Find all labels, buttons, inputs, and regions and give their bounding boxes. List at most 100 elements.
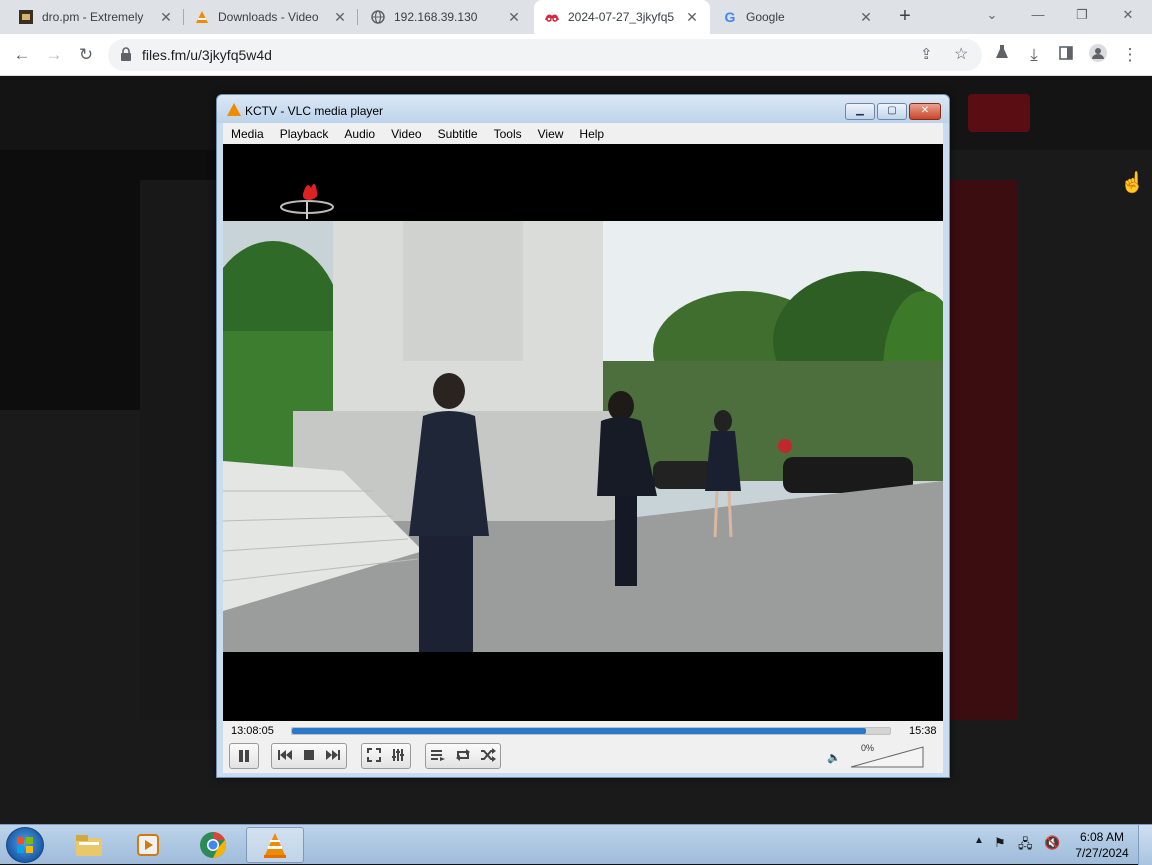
tab-dro[interactable]: dro.pm - Extremely ✕ — [8, 0, 184, 34]
menu-help[interactable]: Help — [571, 127, 612, 141]
minimize-icon[interactable]: — — [1024, 4, 1052, 28]
stop-button[interactable] — [303, 749, 315, 764]
dro-favicon — [18, 9, 34, 25]
playlist-button[interactable] — [430, 748, 446, 765]
menu-audio[interactable]: Audio — [336, 127, 383, 141]
close-tab-icon[interactable]: ✕ — [858, 9, 874, 26]
next-icon — [326, 749, 340, 760]
vlc-menu-bar: Media Playback Audio Video Subtitle Tool… — [223, 123, 943, 144]
filesfm-favicon — [544, 9, 560, 25]
network-icon[interactable]: 🖧 — [1018, 835, 1033, 857]
tab-filesfm[interactable]: 2024-07-27_3jkyfq5 ✕ — [534, 0, 710, 34]
taskbar-explorer[interactable] — [60, 827, 118, 863]
show-desktop-button[interactable] — [1138, 825, 1152, 865]
page-right-panel — [946, 180, 1018, 720]
system-clock[interactable]: 6:08 AM 7/27/2024 — [1068, 829, 1136, 861]
elapsed-time: 13:08:05 — [231, 725, 274, 737]
vlc-controls: 13:08:05 15:38 🔈 0% — [223, 721, 943, 773]
vlc-title-bar[interactable]: KCTV - VLC media player ▁ ▢ ✕ — [217, 95, 949, 123]
volume-muted-tray-icon[interactable]: 🔇 — [1044, 835, 1060, 851]
vlc-close-button[interactable]: ✕ — [909, 103, 941, 120]
tab-google[interactable]: G Google ✕ — [712, 0, 884, 34]
kebab-menu-icon[interactable]: ⋮ — [1118, 43, 1142, 67]
video-scene — [223, 144, 943, 721]
fullscreen-button[interactable] — [367, 747, 381, 765]
lab-flask-icon[interactable] — [990, 43, 1014, 67]
shuffle-icon — [480, 747, 496, 762]
menu-view[interactable]: View — [530, 127, 572, 141]
back-arrow-icon[interactable]: ← — [10, 43, 34, 67]
close-tab-icon[interactable]: ✕ — [506, 9, 522, 26]
download-icon[interactable]: ⤓ — [1022, 43, 1046, 67]
restore-icon[interactable]: ❐ — [1068, 4, 1096, 28]
volume-slider[interactable]: 0% — [849, 743, 925, 769]
speaker-muted-icon[interactable]: 🔈 — [827, 751, 841, 764]
tab-title: 2024-07-27_3jkyfq5 — [568, 10, 675, 24]
previous-icon — [278, 749, 292, 760]
start-button[interactable] — [6, 827, 44, 863]
close-tab-icon[interactable]: ✕ — [158, 9, 174, 26]
media-player-icon — [137, 834, 159, 856]
chrome-icon — [200, 832, 226, 858]
vlc-cone-icon — [227, 103, 241, 116]
stop-icon — [304, 749, 314, 760]
shuffle-button[interactable] — [480, 747, 496, 765]
pause-button[interactable] — [229, 743, 259, 769]
clock-time: 6:08 AM — [1079, 830, 1125, 844]
taskbar-vlc[interactable] — [246, 827, 304, 863]
seek-bar[interactable] — [291, 727, 891, 735]
tab-search-chevron-icon[interactable]: ⌄ — [978, 4, 1006, 28]
tab-downloads[interactable]: Downloads - Video ✕ — [184, 0, 358, 34]
fullscreen-icon — [367, 747, 381, 762]
video-frame[interactable] — [223, 144, 943, 721]
playback-group — [271, 743, 347, 769]
tab-ip[interactable]: 192.168.39.130 ✕ — [360, 0, 532, 34]
total-time: 15:38 — [909, 725, 937, 737]
forward-arrow-icon[interactable]: → — [42, 43, 66, 67]
page-content-panel — [140, 180, 220, 720]
address-bar[interactable]: files.fm/u/3jkyfq5w4d ⇪ ☆ — [108, 39, 982, 71]
close-tab-icon[interactable]: ✕ — [332, 9, 348, 26]
new-tab-button[interactable]: + — [893, 5, 917, 29]
seek-bar-progress — [292, 728, 867, 734]
vlc-window-title: KCTV - VLC media player — [245, 104, 384, 118]
previous-button[interactable] — [277, 749, 293, 764]
taskbar-media-player[interactable] — [120, 827, 178, 863]
menu-tools[interactable]: Tools — [486, 127, 530, 141]
close-window-icon[interactable]: ✕ — [1114, 4, 1142, 28]
vlc-favicon — [194, 9, 210, 25]
clock-date: 7/27/2024 — [1075, 846, 1129, 860]
tab-title: Downloads - Video — [218, 10, 319, 24]
menu-video[interactable]: Video — [383, 127, 429, 141]
reload-icon[interactable]: ↻ — [74, 43, 98, 67]
next-button[interactable] — [325, 749, 341, 764]
pause-icon — [239, 750, 249, 762]
vlc-minimize-button[interactable]: ▁ — [845, 103, 875, 120]
hand-cursor-icon: ☝ — [1120, 172, 1145, 194]
action-center-flag-icon[interactable]: ⚑ — [994, 835, 1006, 851]
playlist-group — [425, 743, 501, 769]
volume-percent: 0% — [861, 743, 875, 753]
vlc-maximize-button[interactable]: ▢ — [877, 103, 907, 120]
share-icon[interactable]: ⇪ — [920, 45, 933, 63]
taskbar: ▲ ⚑ 🖧 🔇 6:08 AM 7/27/2024 — [0, 824, 1152, 865]
tab-title: Google — [746, 10, 785, 24]
vlc-window[interactable]: KCTV - VLC media player ▁ ▢ ✕ Media Play… — [216, 94, 950, 778]
bookmark-star-icon[interactable]: ☆ — [954, 44, 968, 64]
view-group — [361, 743, 411, 769]
tab-title: dro.pm - Extremely — [42, 10, 144, 24]
side-panel-icon[interactable] — [1054, 43, 1078, 67]
menu-media[interactable]: Media — [223, 127, 272, 141]
loop-icon — [455, 748, 470, 761]
extended-settings-button[interactable] — [391, 748, 405, 765]
loop-button[interactable] — [455, 748, 471, 765]
menu-subtitle[interactable]: Subtitle — [430, 127, 486, 141]
profile-avatar-icon[interactable] — [1086, 43, 1110, 67]
lock-icon — [121, 47, 131, 61]
browser-tab-strip: dro.pm - Extremely ✕ Downloads - Video ✕… — [0, 0, 1152, 34]
page-header-button — [968, 94, 1030, 132]
close-tab-icon[interactable]: ✕ — [684, 9, 700, 26]
taskbar-chrome[interactable] — [184, 827, 242, 863]
menu-playback[interactable]: Playback — [272, 127, 337, 141]
tray-overflow-icon[interactable]: ▲ — [974, 835, 984, 846]
